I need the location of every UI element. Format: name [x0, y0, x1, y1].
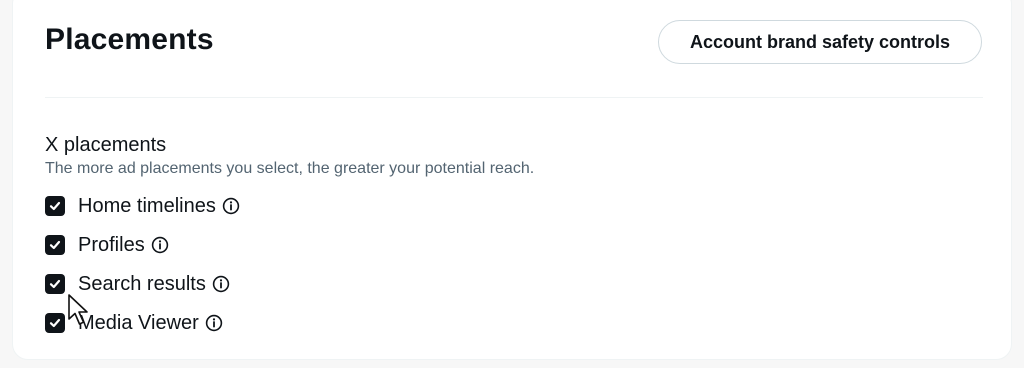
info-icon[interactable] — [151, 236, 169, 254]
home-timelines-label: Home timelines — [78, 194, 216, 217]
placements-card: Placements Account brand safety controls… — [12, 0, 1012, 360]
home-timelines-checkbox[interactable] — [45, 196, 65, 216]
account-brand-safety-controls-button[interactable]: Account brand safety controls — [658, 20, 982, 64]
info-icon[interactable] — [212, 275, 230, 293]
info-icon[interactable] — [205, 314, 223, 332]
option-search-results[interactable]: Search results — [45, 272, 230, 296]
search-results-checkbox[interactable] — [45, 274, 65, 294]
x-placements-heading: X placements — [45, 134, 167, 156]
option-media-viewer[interactable]: Media Viewer — [45, 311, 223, 335]
option-home-timelines[interactable]: Home timelines — [45, 194, 240, 218]
media-viewer-checkbox[interactable] — [45, 313, 65, 333]
media-viewer-label: Media Viewer — [78, 311, 199, 334]
checkmark-icon — [49, 240, 61, 250]
search-results-label: Search results — [78, 272, 206, 295]
info-icon[interactable] — [222, 197, 240, 215]
profiles-checkbox[interactable] — [45, 235, 65, 255]
checkmark-icon — [49, 201, 61, 211]
profiles-label: Profiles — [78, 233, 145, 256]
option-profiles[interactable]: Profiles — [45, 233, 169, 257]
page-title: Placements — [45, 23, 214, 56]
x-placements-description: The more ad placements you select, the g… — [45, 160, 535, 177]
checkmark-icon — [49, 318, 61, 328]
divider — [45, 97, 983, 98]
checkmark-icon — [49, 279, 61, 289]
